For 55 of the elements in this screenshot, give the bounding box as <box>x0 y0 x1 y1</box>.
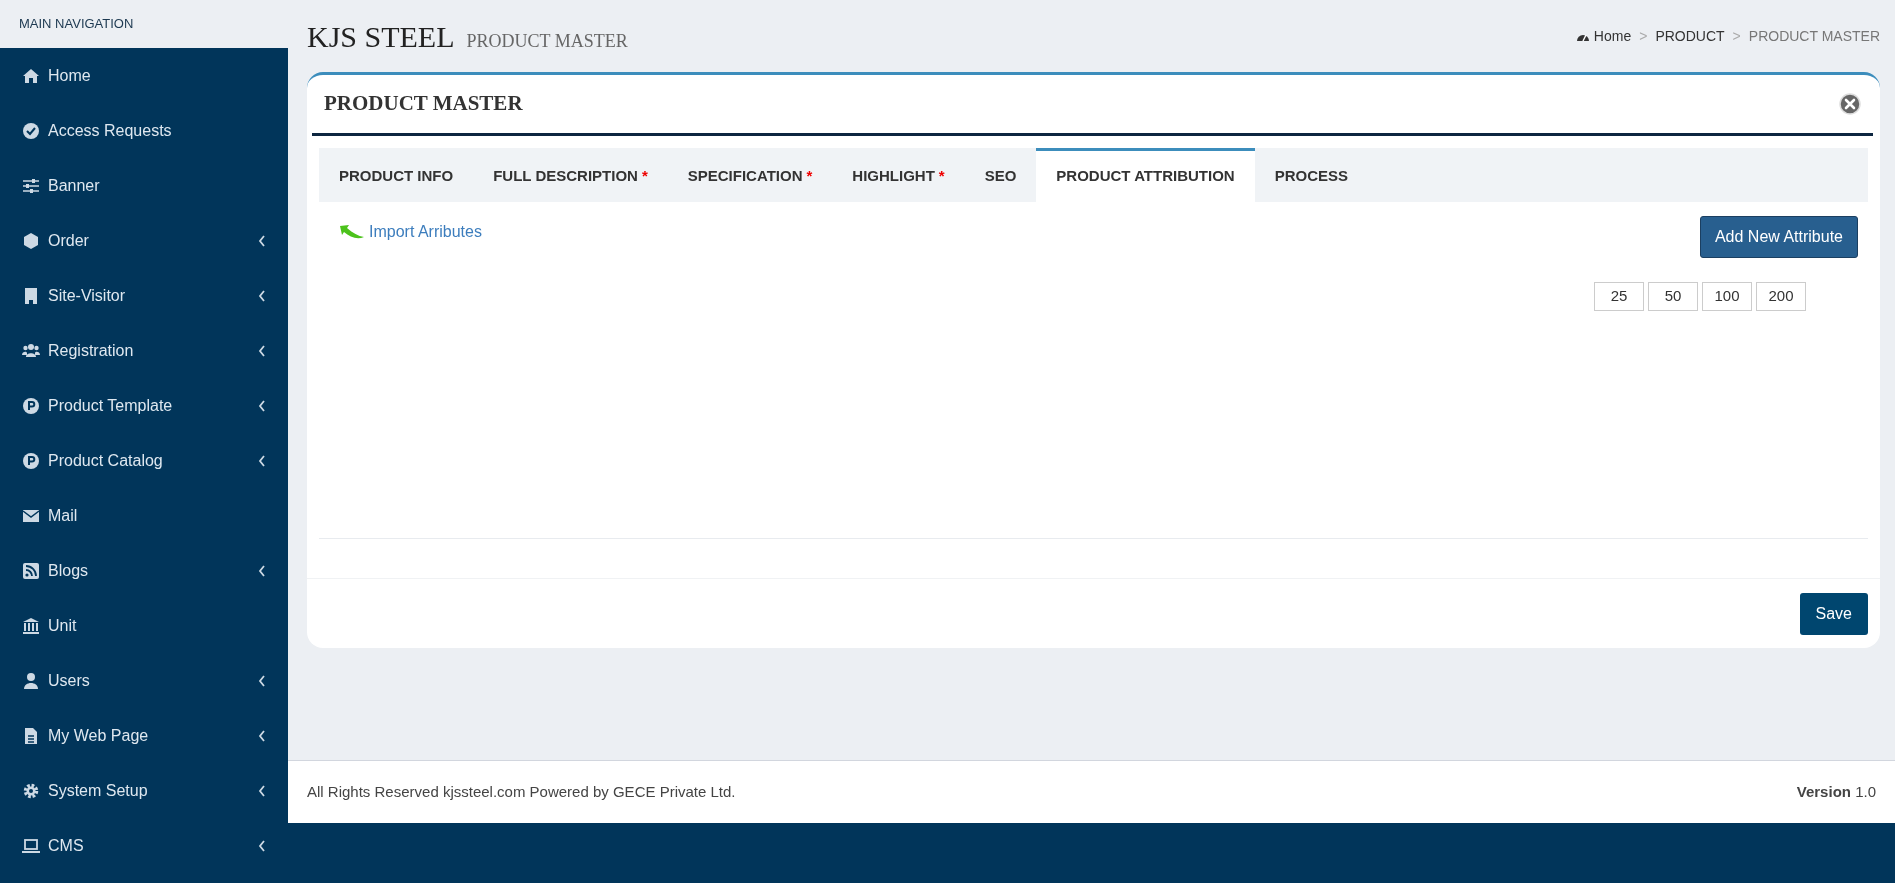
save-button[interactable]: Save <box>1799 592 1868 635</box>
sidebar-item[interactable]: System Setup <box>0 763 288 818</box>
tab[interactable]: SPECIFICATION * <box>667 148 833 202</box>
breadcrumb-link[interactable]: PRODUCT <box>1655 25 1725 47</box>
sidebar-item[interactable]: Registration <box>0 323 288 378</box>
sliders-icon <box>22 176 40 195</box>
sidebar-item[interactable]: Blogs <box>0 543 288 598</box>
page-subtitle: PRODUCT MASTER <box>466 30 628 51</box>
users-icon <box>22 341 40 360</box>
tab[interactable]: PRODUCT INFO <box>319 148 474 202</box>
page-size-option[interactable]: 200 <box>1756 282 1806 311</box>
p-circle-icon <box>22 396 40 415</box>
nav-header: MAIN NAVIGATION <box>0 0 288 48</box>
laptop-icon <box>22 836 40 855</box>
sidebar-item[interactable]: Product Template <box>0 378 288 433</box>
import-link[interactable]: Import Arributes <box>369 220 482 244</box>
building-icon <box>22 286 40 305</box>
user-icon <box>22 671 40 690</box>
sidebar-item[interactable]: CMS <box>0 818 288 873</box>
page-title: KJS STEEL <box>307 19 455 53</box>
rss-icon <box>22 561 40 580</box>
breadcrumb-separator: > <box>1639 26 1648 46</box>
sidebar-item[interactable]: Unit <box>0 598 288 653</box>
home-icon <box>22 66 40 85</box>
tab[interactable]: FULL DESCRIPTION * <box>473 148 668 202</box>
breadcrumb-current: PRODUCT MASTER <box>1748 26 1880 46</box>
breadcrumb-link[interactable]: Home <box>1575 25 1632 47</box>
sidebar-item[interactable]: Product Catalog <box>0 433 288 488</box>
sidebar-item[interactable]: Site-Visitor <box>0 268 288 323</box>
sidebar-item[interactable]: Home <box>0 48 288 103</box>
page-size-option[interactable]: 50 <box>1648 282 1698 311</box>
tab[interactable]: HIGHLIGHT * <box>832 148 965 202</box>
tab[interactable]: SEO <box>964 148 1037 202</box>
sidebar-item[interactable]: Order <box>0 213 288 268</box>
tab[interactable]: PROCESS <box>1254 148 1369 202</box>
bank-icon <box>22 616 40 635</box>
hexagon-icon <box>22 231 40 250</box>
card-title: PRODUCT MASTER <box>324 90 523 118</box>
check-circle-icon <box>22 121 40 140</box>
sidebar-item[interactable]: Mail <box>0 488 288 543</box>
sidebar-item[interactable]: Banner <box>0 158 288 213</box>
add-attribute-button[interactable]: Add New Attribute <box>1699 216 1858 258</box>
sidebar-item[interactable]: Users <box>0 653 288 708</box>
sidebar-item[interactable]: Access Requests <box>0 103 288 158</box>
close-icon[interactable] <box>1839 93 1861 115</box>
tab[interactable]: PRODUCT ATTRIBUTION <box>1036 148 1255 202</box>
document-icon <box>22 726 40 745</box>
page-size-option[interactable]: 25 <box>1594 282 1644 311</box>
page-size-option[interactable]: 100 <box>1702 282 1752 311</box>
version-text: Version 1.0 <box>1796 781 1876 802</box>
sidebar-item[interactable]: My Web Page <box>0 708 288 763</box>
gear-icon <box>22 781 40 800</box>
p-circle-icon <box>22 451 40 470</box>
copyright-text: All Rights Reserved kjssteel.com Powered by GECE Private Ltd. <box>307 781 736 802</box>
breadcrumb-separator: > <box>1732 26 1741 46</box>
